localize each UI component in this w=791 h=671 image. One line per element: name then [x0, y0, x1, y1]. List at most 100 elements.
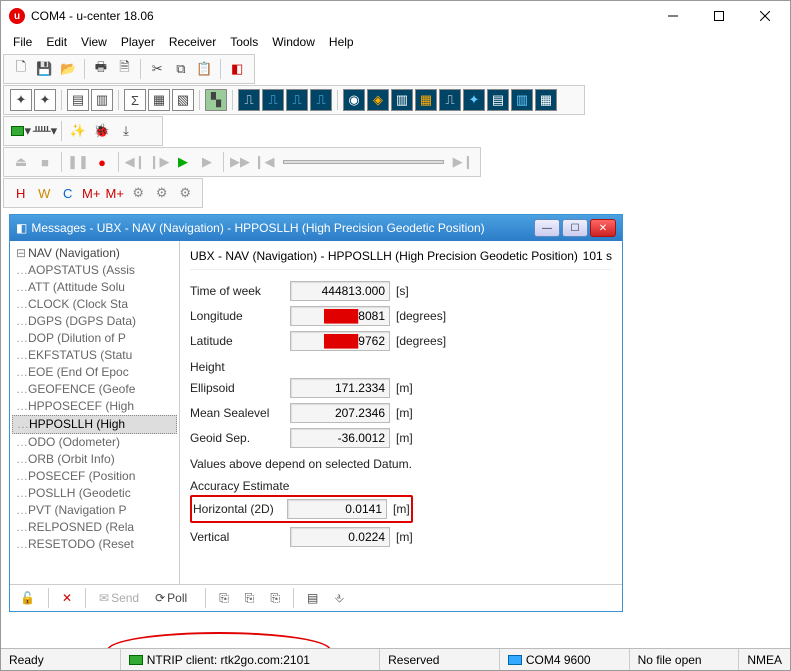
- hot-button[interactable]: H: [10, 182, 32, 204]
- messages-titlebar[interactable]: ◧ Messages - UBX - NAV (Navigation) - HP…: [10, 215, 622, 241]
- gear2-button[interactable]: ⚙: [151, 182, 173, 204]
- view-button-10[interactable]: ⎍: [262, 89, 284, 111]
- menu-file[interactable]: File: [7, 33, 38, 51]
- tree-item[interactable]: RELPOSNED (Rela: [12, 519, 177, 536]
- warm-button[interactable]: W: [34, 182, 56, 204]
- tree-item[interactable]: RESETODO (Reset: [12, 536, 177, 553]
- tree-item[interactable]: POSECEF (Position: [12, 468, 177, 485]
- tree-item[interactable]: GEOFENCE (Geofe: [12, 381, 177, 398]
- step-back-button[interactable]: ◀❙: [124, 151, 146, 173]
- wand-button[interactable]: ✨: [67, 120, 89, 142]
- view-button-15[interactable]: ▥: [391, 89, 413, 111]
- view-button-17[interactable]: ⎍: [439, 89, 461, 111]
- view-button-4[interactable]: ▥: [91, 89, 113, 111]
- skip-back-button[interactable]: ❙◀: [253, 151, 275, 173]
- send-button[interactable]: ✉ Send: [93, 589, 145, 607]
- menu-window[interactable]: Window: [266, 33, 321, 51]
- print-button[interactable]: 🖶: [90, 58, 112, 80]
- baud-button[interactable]: ᚊ▾: [34, 120, 56, 142]
- gear3-button[interactable]: ⚙: [175, 182, 197, 204]
- menu-receiver[interactable]: Receiver: [163, 33, 222, 51]
- tow-value: 444813.000: [290, 281, 390, 301]
- view-button-14[interactable]: ◈: [367, 89, 389, 111]
- view-button-2[interactable]: ✦: [34, 89, 56, 111]
- agps-plus-button[interactable]: M+: [81, 182, 103, 204]
- tree-item[interactable]: CLOCK (Clock Sta: [12, 296, 177, 313]
- connect-button[interactable]: ▾: [10, 120, 32, 142]
- tree-item[interactable]: EKFSTATUS (Statu: [12, 347, 177, 364]
- menu-edit[interactable]: Edit: [40, 33, 73, 51]
- lat-unit: [degrees]: [396, 334, 446, 348]
- tree-item[interactable]: ORB (Orbit Info): [12, 451, 177, 468]
- play-alt-button[interactable]: ▶: [196, 151, 218, 173]
- view-button-12[interactable]: ⎍: [310, 89, 332, 111]
- messages-minimize-button[interactable]: —: [534, 219, 560, 237]
- unlock-button[interactable]: 🔓: [14, 589, 41, 607]
- new-button[interactable]: 🗋: [10, 58, 32, 80]
- view-button-5[interactable]: Σ: [124, 89, 146, 111]
- msg-tool-4[interactable]: ▤: [301, 589, 324, 607]
- tool-button[interactable]: ◧: [226, 58, 248, 80]
- fast-fwd-button[interactable]: ▶▶: [229, 151, 251, 173]
- messages-tree[interactable]: NAV (Navigation) AOPSTATUS (AssisATT (At…: [10, 241, 180, 584]
- cut-button[interactable]: ✂: [146, 58, 168, 80]
- view-button-1[interactable]: ✦: [10, 89, 32, 111]
- menu-help[interactable]: Help: [323, 33, 360, 51]
- msg-tool-1[interactable]: ⎘: [213, 589, 235, 608]
- msg-tool-5[interactable]: ⎀: [328, 589, 350, 608]
- copy-button[interactable]: ⧉: [170, 58, 192, 80]
- menu-tools[interactable]: Tools: [224, 33, 264, 51]
- play-button[interactable]: ▶: [172, 151, 194, 173]
- tree-item[interactable]: POSLLH (Geodetic: [12, 485, 177, 502]
- tree-item[interactable]: PVT (Navigation P: [12, 502, 177, 519]
- download-button[interactable]: ⤓: [115, 120, 137, 142]
- view-button-8[interactable]: ▚: [205, 89, 227, 111]
- bug-button[interactable]: 🐞: [91, 120, 113, 142]
- minimize-button[interactable]: [650, 1, 696, 31]
- view-button-19[interactable]: ▤: [487, 89, 509, 111]
- view-button-3[interactable]: ▤: [67, 89, 89, 111]
- gear1-button[interactable]: ⚙: [128, 182, 150, 204]
- view-button-7[interactable]: ▧: [172, 89, 194, 111]
- agps-plus2-button[interactable]: M+: [104, 182, 126, 204]
- msg-tool-3[interactable]: ⎘: [264, 589, 286, 608]
- skip-end-button[interactable]: ▶❙: [452, 151, 474, 173]
- tree-item[interactable]: AOPSTATUS (Assis: [12, 262, 177, 279]
- player-slider[interactable]: [283, 160, 444, 164]
- stop-button[interactable]: ■: [34, 151, 56, 173]
- tree-root[interactable]: NAV (Navigation): [12, 245, 177, 262]
- cold-button[interactable]: C: [57, 182, 79, 204]
- close-button[interactable]: [742, 1, 788, 31]
- save-button[interactable]: 💾: [34, 58, 56, 80]
- menu-player[interactable]: Player: [115, 33, 161, 51]
- tree-item[interactable]: ODO (Odometer): [12, 434, 177, 451]
- view-button-9[interactable]: ⎍: [238, 89, 260, 111]
- view-button-18[interactable]: ✦: [463, 89, 485, 111]
- messages-maximize-button[interactable]: ☐: [562, 219, 588, 237]
- maximize-button[interactable]: [696, 1, 742, 31]
- view-button-20[interactable]: ▥: [511, 89, 533, 111]
- eject-button[interactable]: ⏏: [10, 151, 32, 173]
- tree-item[interactable]: HPPOSECEF (High: [12, 398, 177, 415]
- view-button-6[interactable]: ▦: [148, 89, 170, 111]
- view-button-21[interactable]: ▦: [535, 89, 557, 111]
- tree-item[interactable]: HPPOSLLH (High: [12, 415, 177, 434]
- view-button-16[interactable]: ▦: [415, 89, 437, 111]
- tree-item[interactable]: DOP (Dilution of P: [12, 330, 177, 347]
- poll-button[interactable]: ⟳ Poll: [149, 589, 193, 607]
- msg-tool-2[interactable]: ⎘: [239, 589, 261, 608]
- step-fwd-button[interactable]: ❙▶: [148, 151, 170, 173]
- open-button[interactable]: 📂: [57, 58, 79, 80]
- view-button-11[interactable]: ⎍: [286, 89, 308, 111]
- tree-item[interactable]: EOE (End Of Epoc: [12, 364, 177, 381]
- delete-button[interactable]: ✕: [56, 589, 78, 607]
- record-button[interactable]: ●: [91, 151, 113, 173]
- messages-close-button[interactable]: ✕: [590, 219, 616, 237]
- menu-view[interactable]: View: [75, 33, 113, 51]
- print-preview-button[interactable]: 🗎: [114, 58, 136, 80]
- pause-button[interactable]: ❚❚: [67, 151, 89, 173]
- paste-button[interactable]: 📋: [194, 58, 216, 80]
- tree-item[interactable]: ATT (Attitude Solu: [12, 279, 177, 296]
- view-button-13[interactable]: ◉: [343, 89, 365, 111]
- tree-item[interactable]: DGPS (DGPS Data): [12, 313, 177, 330]
